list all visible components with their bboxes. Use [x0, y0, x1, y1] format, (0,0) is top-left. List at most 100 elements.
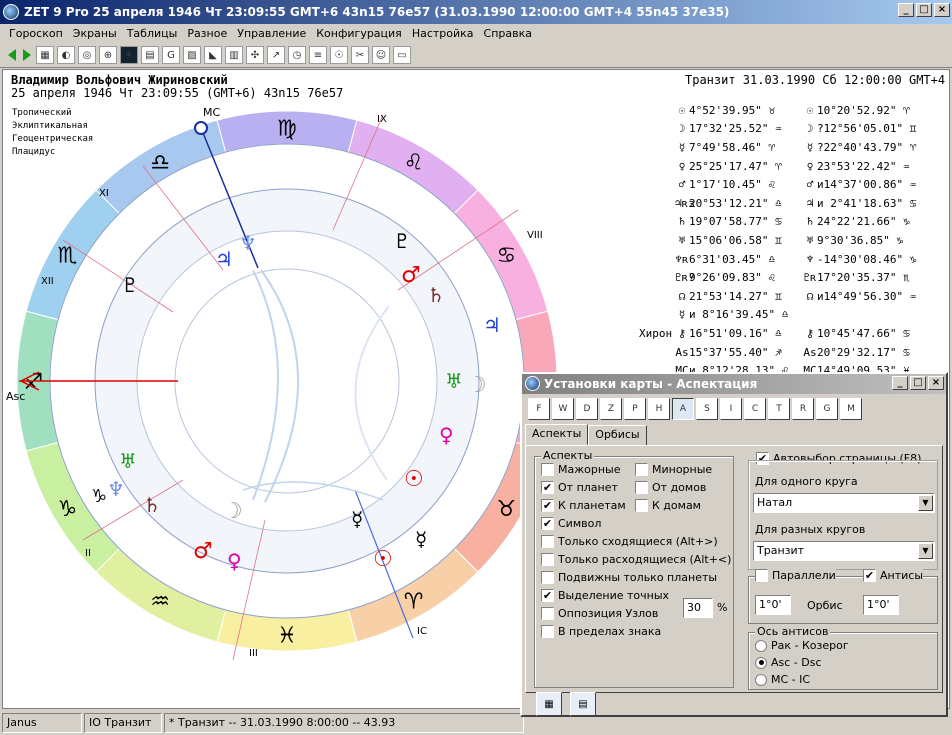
settings-page-p-button[interactable]: P: [624, 398, 646, 420]
checkbox-box[interactable]: [541, 607, 554, 620]
tools-icon[interactable]: ✂: [351, 46, 369, 64]
main-window: ZET 9 Pro 25 апреля 1946 Чт 23:09:55 GMT…: [0, 0, 952, 735]
settings-page-a-button[interactable]: A: [672, 398, 694, 420]
checkbox-box[interactable]: [541, 571, 554, 584]
settings-page-w-button[interactable]: W: [552, 398, 574, 420]
checkbox-box[interactable]: [635, 481, 648, 494]
maximize-button[interactable]: □: [916, 3, 932, 17]
chart-wheel-icon[interactable]: ◎: [78, 46, 96, 64]
dialog-close-button[interactable]: ×: [928, 376, 944, 390]
chevron-down-icon[interactable]: ▼: [918, 495, 933, 511]
checkbox-box[interactable]: ✔: [541, 499, 554, 512]
menu-misc[interactable]: Разное: [182, 27, 232, 40]
checkbox-box[interactable]: ✔: [541, 481, 554, 494]
axis-option-radio[interactable]: Рак - Козерог: [755, 639, 849, 652]
planet-icon[interactable]: ☉: [330, 46, 348, 64]
wheel-icon[interactable]: ⊕: [99, 46, 117, 64]
table-view-button[interactable]: ▦: [536, 692, 562, 716]
menu-screens[interactable]: Экраны: [68, 27, 122, 40]
dialog-minimize-button[interactable]: _: [892, 376, 908, 390]
radio-button[interactable]: [755, 673, 767, 686]
checkbox-box[interactable]: [635, 463, 648, 476]
aspect-option-checkbox[interactable]: Только сходящиеся (Alt+>): [541, 535, 718, 548]
table-icon[interactable]: ▦: [36, 46, 54, 64]
dialog-maximize-button[interactable]: □: [910, 376, 926, 390]
parallels-checkbox[interactable]: Параллели: [755, 569, 836, 582]
antiscia-orb-input[interactable]: 1°0': [863, 595, 899, 615]
dialog-title-bar[interactable]: Установки карты - Аспектация _ □ ×: [522, 374, 946, 394]
settings-page-t-button[interactable]: T: [768, 398, 790, 420]
checkbox-box[interactable]: [541, 553, 554, 566]
list-view-button[interactable]: ▤: [570, 692, 596, 716]
antiscia-box[interactable]: ✔: [863, 569, 876, 582]
radio-button[interactable]: [755, 656, 767, 669]
grid-icon[interactable]: ▤: [141, 46, 159, 64]
ephemeris-icon[interactable]: ◣: [204, 46, 222, 64]
settings-page-m-button[interactable]: M: [840, 398, 862, 420]
graph-icon[interactable]: ↗: [267, 46, 285, 64]
chevron-down-icon[interactable]: ▼: [918, 543, 933, 559]
checkbox-box[interactable]: [635, 499, 648, 512]
diff-circles-select[interactable]: Транзит ▼: [753, 541, 935, 561]
settings-page-g-button[interactable]: G: [816, 398, 838, 420]
stars-icon[interactable]: ✦: [120, 46, 138, 64]
dial-icon[interactable]: ✣: [246, 46, 264, 64]
axis-option-radio[interactable]: Asc - Dsc: [755, 656, 822, 669]
settings-page-i-button[interactable]: I: [720, 398, 742, 420]
parallels-orb-input[interactable]: 1°0': [755, 595, 791, 615]
close-button[interactable]: ×: [934, 3, 950, 17]
menu-configuration[interactable]: Конфигурация: [311, 27, 407, 40]
menu-control[interactable]: Управление: [232, 27, 311, 40]
print-icon[interactable]: ▭: [393, 46, 411, 64]
aspect-option-checkbox[interactable]: ✔ От планет: [541, 481, 618, 494]
checkbox-box[interactable]: [541, 535, 554, 548]
aspect-option-checkbox[interactable]: ✔ Символ: [541, 517, 601, 530]
aspect-option-checkbox[interactable]: ✔ Выделение точных: [541, 589, 669, 602]
pluto-icon: ♇: [121, 273, 139, 297]
settings-page-h-button[interactable]: H: [648, 398, 670, 420]
exact-percent-input[interactable]: 30: [683, 598, 713, 618]
settings-page-c-button[interactable]: C: [744, 398, 766, 420]
checkbox-box[interactable]: [541, 625, 554, 638]
antiscia-checkbox[interactable]: ✔ Антисы: [863, 569, 924, 582]
aspect-option-checkbox[interactable]: Подвижны только планеты: [541, 571, 717, 584]
tab-aspects[interactable]: Аспекты: [525, 424, 589, 445]
menu-settings[interactable]: Настройка: [407, 27, 479, 40]
g-icon[interactable]: G: [162, 46, 180, 64]
position-row: ♀ 25°25'17.47" ♈ ♀ 23°53'22.42" ♒: [639, 157, 949, 176]
clock-icon[interactable]: ◷: [288, 46, 306, 64]
minimize-button[interactable]: _: [898, 3, 914, 17]
tab-orbs[interactable]: Орбисы: [588, 425, 647, 446]
checkbox-box[interactable]: ✔: [541, 589, 554, 602]
forward-arrow-icon[interactable]: [21, 48, 33, 62]
aspect-option-checkbox[interactable]: Только расходящиеся (Alt+<): [541, 553, 731, 566]
back-arrow-icon[interactable]: [6, 48, 18, 62]
settings-page-s-button[interactable]: S: [696, 398, 718, 420]
menu-help[interactable]: Справка: [479, 27, 537, 40]
aspect-option-checkbox[interactable]: Мажорные: [541, 463, 621, 476]
settings-page-r-button[interactable]: R: [792, 398, 814, 420]
globe-icon[interactable]: ◐: [57, 46, 75, 64]
menu-tables[interactable]: Таблицы: [122, 27, 183, 40]
aspect-option-checkbox[interactable]: Оппозиция Узлов: [541, 607, 658, 620]
axis-option-radio[interactable]: MC - IC: [755, 673, 810, 686]
settings-page-z-button[interactable]: Z: [600, 398, 622, 420]
radio-button[interactable]: [755, 639, 767, 652]
user-icon[interactable]: ☺: [372, 46, 390, 64]
lines-icon[interactable]: ≡: [309, 46, 327, 64]
aspect-option-checkbox[interactable]: В пределах знака: [541, 625, 661, 638]
aspect-option-checkbox[interactable]: ✔ К планетам: [541, 499, 626, 512]
settings-page-d-button[interactable]: D: [576, 398, 598, 420]
checkbox-box[interactable]: ✔: [541, 517, 554, 530]
calendar-icon[interactable]: ▥: [225, 46, 243, 64]
aspect-option-checkbox[interactable]: К домам: [635, 499, 701, 512]
checkbox-box[interactable]: [541, 463, 554, 476]
one-circle-select[interactable]: Натал ▼: [753, 493, 935, 513]
settings-page-f-button[interactable]: F: [528, 398, 550, 420]
aspect-option-checkbox[interactable]: Минорные: [635, 463, 712, 476]
map-icon[interactable]: ▨: [183, 46, 201, 64]
parallels-box[interactable]: [755, 569, 768, 582]
aspect-option-checkbox[interactable]: От домов: [635, 481, 706, 494]
menu-horoscope[interactable]: Гороскоп: [4, 27, 68, 40]
sun-transit-icon: ☉: [373, 547, 393, 572]
